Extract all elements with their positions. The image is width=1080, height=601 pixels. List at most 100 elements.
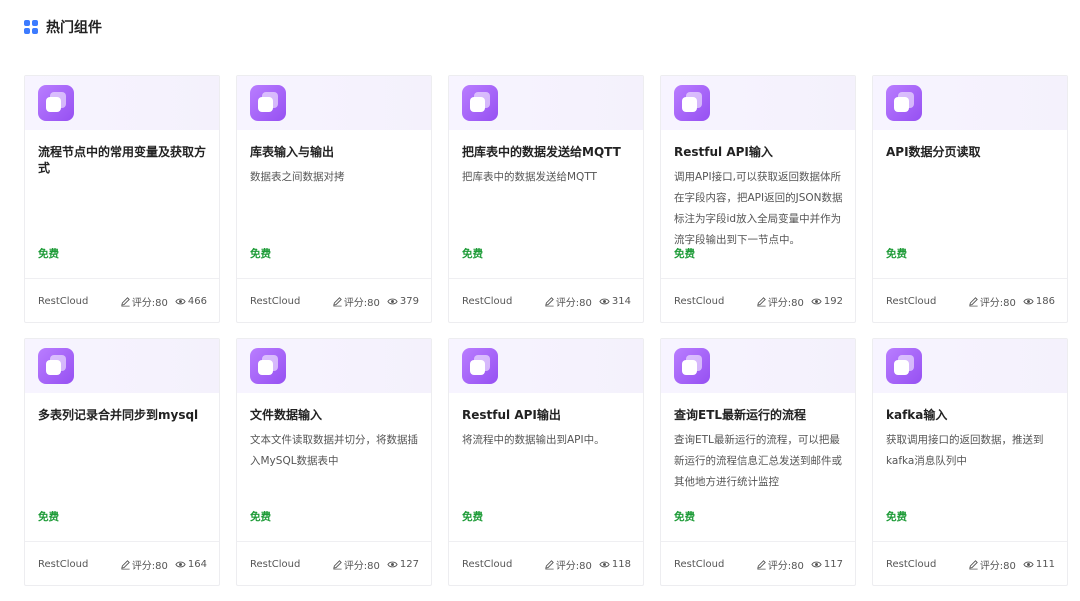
card-price-badge: 免费	[674, 511, 695, 523]
card-views-count: 186	[1035, 295, 1055, 307]
card-divider	[873, 278, 1067, 279]
card-author: RestCloud	[462, 558, 513, 570]
card-banner	[449, 76, 643, 130]
card-score-label: 评分:80	[131, 297, 168, 309]
card-title[interactable]: 把库表中的数据发送给MQTT	[462, 144, 634, 160]
card-divider	[237, 541, 431, 542]
card-score: 评分:80	[756, 557, 804, 572]
component-app-icon	[674, 85, 710, 121]
card-views-count: 379	[399, 295, 419, 307]
card-description: 文本文件读取数据并切分，将数据插入MySQL数据表中	[250, 434, 418, 467]
eye-icon	[811, 296, 822, 307]
card-score: 评分:80	[332, 557, 380, 572]
card-description: 获取调用接口的返回数据，推送到kafka消息队列中	[886, 434, 1044, 467]
component-app-icon	[38, 85, 74, 121]
component-card[interactable]: 多表列记录合并同步到mysql 免费 RestCloud 评分:80 164	[24, 338, 220, 586]
card-title[interactable]: Restful API输出	[462, 407, 634, 423]
card-score-label: 评分:80	[767, 297, 804, 309]
card-views: 164	[175, 559, 207, 570]
pencil-icon	[756, 559, 767, 570]
card-score: 评分:80	[120, 557, 168, 572]
card-title[interactable]: 库表输入与输出	[250, 144, 422, 160]
card-score: 评分:80	[332, 294, 380, 309]
pencil-icon	[332, 296, 343, 307]
card-title[interactable]: Restful API输入	[674, 144, 846, 160]
eye-icon	[811, 559, 822, 570]
card-author: RestCloud	[38, 295, 89, 307]
card-price-badge: 免费	[250, 248, 271, 260]
card-score-label: 评分:80	[555, 560, 592, 572]
card-title[interactable]: 多表列记录合并同步到mysql	[38, 407, 210, 423]
card-author: RestCloud	[462, 295, 513, 307]
card-score-label: 评分:80	[343, 560, 380, 572]
eye-icon	[599, 296, 610, 307]
component-card[interactable]: 查询ETL最新运行的流程 查询ETL最新运行的流程，可以把最新运行的流程信息汇总…	[660, 338, 856, 586]
card-price-badge: 免费	[674, 248, 695, 260]
card-title[interactable]: 流程节点中的常用变量及获取方式	[38, 144, 210, 176]
component-card[interactable]: 流程节点中的常用变量及获取方式 免费 RestCloud 评分:80 466	[24, 75, 220, 323]
card-banner	[873, 339, 1067, 393]
card-score-label: 评分:80	[343, 297, 380, 309]
card-views-count: 127	[399, 558, 419, 570]
card-description: 数据表之间数据对拷	[250, 171, 345, 183]
card-author: RestCloud	[674, 295, 725, 307]
card-divider	[25, 278, 219, 279]
component-card[interactable]: 把库表中的数据发送给MQTT 把库表中的数据发送给MQTT 免费 RestClo…	[448, 75, 644, 323]
component-card-grid: 流程节点中的常用变量及获取方式 免费 RestCloud 评分:80 466 库…	[24, 75, 1068, 586]
card-score-label: 评分:80	[555, 297, 592, 309]
component-card[interactable]: 库表输入与输出 数据表之间数据对拷 免费 RestCloud 评分:80 379	[236, 75, 432, 323]
card-footer: RestCloud 评分:80 192	[674, 293, 843, 309]
eye-icon	[1023, 296, 1034, 307]
card-footer: RestCloud 评分:80 314	[462, 293, 631, 309]
component-card[interactable]: Restful API输入 调用API接口,可以获取返回数据体所在字段内容，把A…	[660, 75, 856, 323]
card-score-label: 评分:80	[767, 560, 804, 572]
component-card[interactable]: 文件数据输入 文本文件读取数据并切分，将数据插入MySQL数据表中 免费 Res…	[236, 338, 432, 586]
card-score: 评分:80	[968, 294, 1016, 309]
card-price-badge: 免费	[462, 511, 483, 523]
card-score: 评分:80	[544, 294, 592, 309]
card-views-count: 117	[823, 558, 843, 570]
component-app-icon	[886, 85, 922, 121]
component-app-icon	[250, 85, 286, 121]
card-views: 186	[1023, 296, 1055, 307]
card-divider	[449, 278, 643, 279]
component-app-icon	[38, 348, 74, 384]
card-title[interactable]: 查询ETL最新运行的流程	[674, 407, 846, 423]
card-banner	[661, 339, 855, 393]
section-title: 热门组件	[46, 20, 102, 36]
component-app-icon	[462, 348, 498, 384]
component-app-icon	[250, 348, 286, 384]
card-price-badge: 免费	[462, 248, 483, 260]
card-description: 将流程中的数据输出到API中。	[462, 434, 605, 446]
card-footer: RestCloud 评分:80 164	[38, 556, 207, 572]
card-author: RestCloud	[886, 558, 937, 570]
card-divider	[661, 541, 855, 542]
card-description: 把库表中的数据发送给MQTT	[462, 171, 597, 183]
card-score-label: 评分:80	[979, 560, 1016, 572]
card-views-count: 118	[611, 558, 631, 570]
card-title[interactable]: API数据分页读取	[886, 144, 1058, 160]
card-author: RestCloud	[250, 295, 301, 307]
component-card[interactable]: API数据分页读取 免费 RestCloud 评分:80 186	[872, 75, 1068, 323]
component-card[interactable]: kafka输入 获取调用接口的返回数据，推送到kafka消息队列中 免费 Res…	[872, 338, 1068, 586]
card-score: 评分:80	[120, 294, 168, 309]
card-divider	[873, 541, 1067, 542]
card-price-badge: 免费	[38, 511, 59, 523]
card-price-badge: 免费	[250, 511, 271, 523]
eye-icon	[387, 296, 398, 307]
card-description: 调用API接口,可以获取返回数据体所在字段内容，把API返回的JSON数据标注为…	[674, 171, 843, 246]
card-views: 466	[175, 296, 207, 307]
pencil-icon	[544, 296, 555, 307]
card-views: 314	[599, 296, 631, 307]
card-title[interactable]: 文件数据输入	[250, 407, 422, 423]
pencil-icon	[968, 296, 979, 307]
card-divider	[661, 278, 855, 279]
card-title[interactable]: kafka输入	[886, 407, 1058, 423]
card-price-badge: 免费	[886, 248, 907, 260]
pencil-icon	[756, 296, 767, 307]
card-views: 379	[387, 296, 419, 307]
card-banner	[25, 339, 219, 393]
card-footer: RestCloud 评分:80 118	[462, 556, 631, 572]
component-card[interactable]: Restful API输出 将流程中的数据输出到API中。 免费 RestClo…	[448, 338, 644, 586]
card-footer: RestCloud 评分:80 117	[674, 556, 843, 572]
